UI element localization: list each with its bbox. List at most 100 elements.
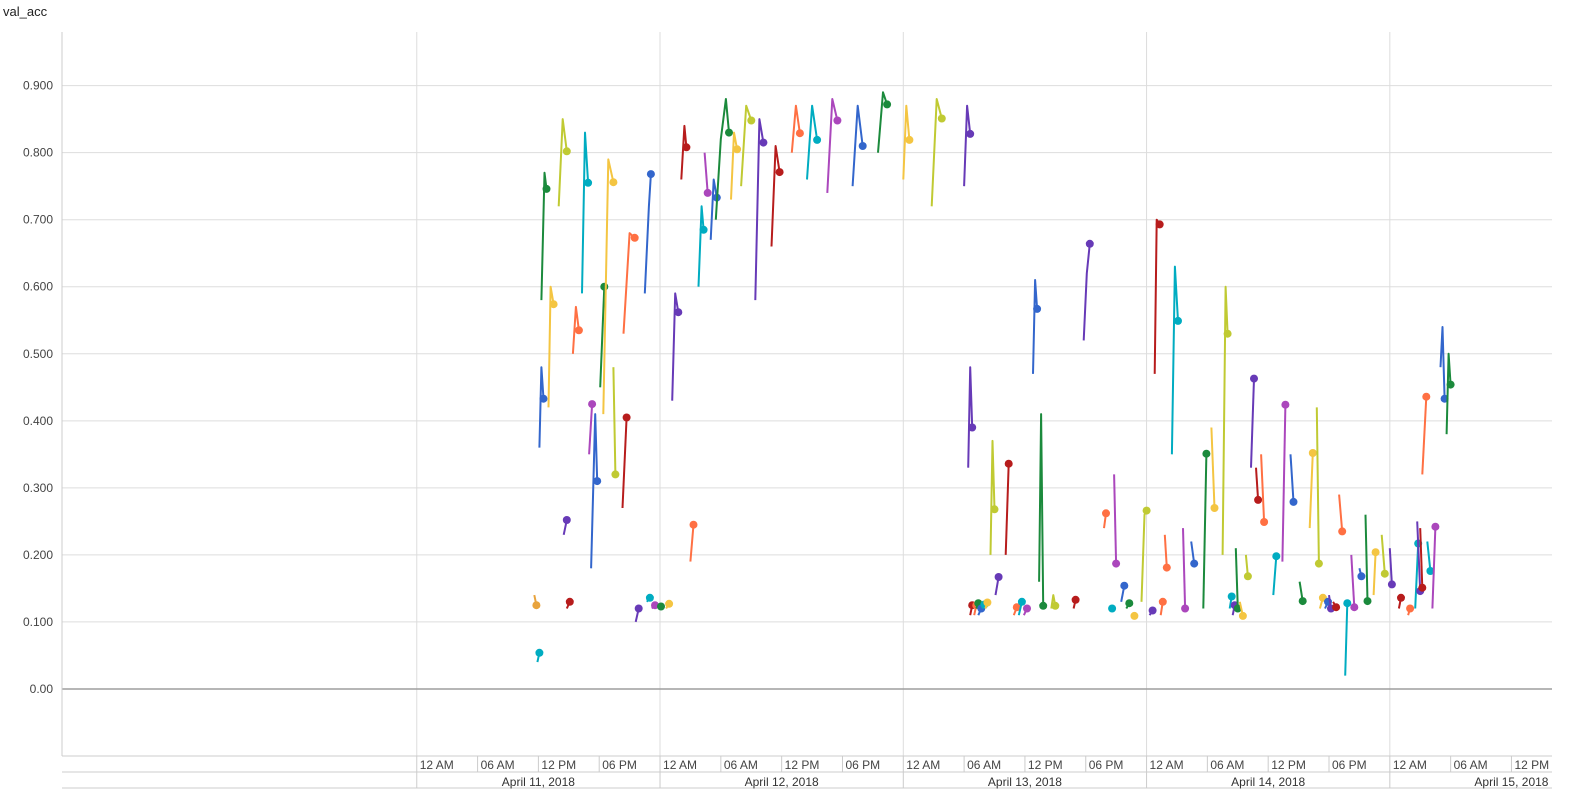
series-54: [1022, 604, 1031, 616]
series-33: [770, 145, 784, 247]
series-6: [562, 516, 571, 536]
series-104: [1406, 604, 1415, 616]
series-line: [1445, 352, 1452, 435]
y-tick-label: 0.800: [23, 146, 53, 160]
series-endpoint: [1254, 495, 1263, 504]
series-line: [590, 413, 599, 569]
series-line: [1170, 265, 1179, 455]
series-endpoint: [813, 135, 822, 144]
series-89: [1308, 449, 1317, 529]
series-112: [1445, 352, 1455, 435]
series-endpoint: [665, 599, 674, 608]
series-endpoint: [1158, 597, 1167, 606]
series-endpoint: [584, 178, 593, 187]
date-label: April 12, 2018: [745, 775, 819, 789]
chart-container: val_acc 0.00 0.100 0.200 0.300 0.400 0.500 0.6…: [0, 0, 1593, 804]
series-endpoint: [1155, 220, 1164, 229]
x-tick-label: 12 PM: [1514, 758, 1549, 772]
series-endpoint: [574, 326, 583, 335]
series-endpoint: [1223, 329, 1232, 338]
series-line: [1315, 407, 1320, 564]
x-tick-label: 12 AM: [906, 758, 940, 772]
series-line: [1038, 413, 1045, 606]
series-endpoint: [645, 593, 654, 602]
series-line: [1272, 556, 1278, 596]
series-line: [1308, 452, 1314, 529]
series-line: [1255, 467, 1260, 500]
series-endpoint: [1332, 603, 1341, 612]
series-50: [994, 573, 1003, 596]
series-endpoint: [1446, 380, 1455, 389]
series-endpoint: [1422, 392, 1431, 401]
y-tick-label: 0.200: [23, 548, 53, 562]
x-tick-label: 06 PM: [602, 758, 637, 772]
series-line: [1153, 218, 1161, 374]
series-line: [714, 98, 730, 220]
series-endpoint: [1343, 599, 1352, 608]
series-endpoint: [1363, 597, 1372, 606]
series-line: [1082, 243, 1091, 341]
series-line: [967, 366, 974, 468]
series-3: [540, 171, 551, 301]
series-endpoint: [1102, 509, 1110, 518]
series-endpoint: [747, 116, 756, 125]
series-line: [989, 439, 996, 555]
series-line: [1163, 534, 1168, 568]
series-75: [1210, 427, 1219, 512]
series-74: [1202, 449, 1211, 609]
series-line: [588, 404, 594, 455]
series-30: [730, 131, 742, 200]
series-60: [1102, 509, 1110, 529]
x-tick-label: 06 AM: [1210, 758, 1244, 772]
series-38: [877, 91, 892, 153]
series-endpoint: [725, 128, 733, 137]
series-line: [1032, 279, 1039, 374]
series-endpoint: [565, 597, 574, 606]
series-35: [806, 104, 822, 180]
date-label: April 11, 2018: [502, 775, 575, 789]
series-endpoint: [646, 170, 655, 179]
series-line: [1182, 528, 1187, 609]
series-61: [1108, 604, 1117, 613]
series-26: [697, 205, 708, 287]
series-83: [1254, 467, 1263, 504]
series-64: [1125, 599, 1134, 609]
x-tick-label: 12 AM: [1393, 758, 1427, 772]
series-57: [1050, 594, 1060, 610]
series-41: [963, 104, 975, 187]
series-line: [1202, 453, 1208, 609]
series-81: [1243, 554, 1252, 581]
series-endpoint: [1380, 569, 1389, 578]
series-endpoint: [1181, 604, 1190, 613]
series-endpoint: [1130, 611, 1139, 620]
series-15: [621, 413, 631, 509]
series-endpoint: [588, 400, 597, 409]
x-tick-label: 12 PM: [541, 758, 576, 772]
series-endpoint: [634, 604, 643, 613]
series-line: [1380, 534, 1386, 574]
series-line: [643, 174, 652, 294]
series-34: [790, 104, 804, 153]
series-67: [1148, 606, 1157, 616]
series-endpoint: [1227, 592, 1236, 601]
series-endpoint: [1210, 504, 1219, 512]
series-endpoint: [994, 573, 1003, 581]
series-9: [581, 131, 593, 294]
series-endpoint: [833, 116, 842, 125]
series-42: [967, 366, 977, 468]
series-endpoint: [1243, 572, 1252, 581]
series-1: [532, 594, 541, 610]
series-endpoint: [549, 300, 558, 309]
series-22: [665, 599, 674, 610]
y-tick-label: 0.700: [23, 213, 53, 227]
series-line: [1140, 510, 1148, 602]
series-line: [1364, 514, 1369, 602]
series-87: [1289, 454, 1298, 506]
series-endpoint: [1250, 374, 1258, 383]
series-96: [1343, 599, 1352, 676]
series-endpoint: [1085, 239, 1094, 248]
y-tick-label: 0.300: [23, 481, 53, 495]
series-31: [740, 104, 756, 187]
series-86: [1281, 400, 1290, 562]
series-endpoint: [1308, 449, 1317, 457]
